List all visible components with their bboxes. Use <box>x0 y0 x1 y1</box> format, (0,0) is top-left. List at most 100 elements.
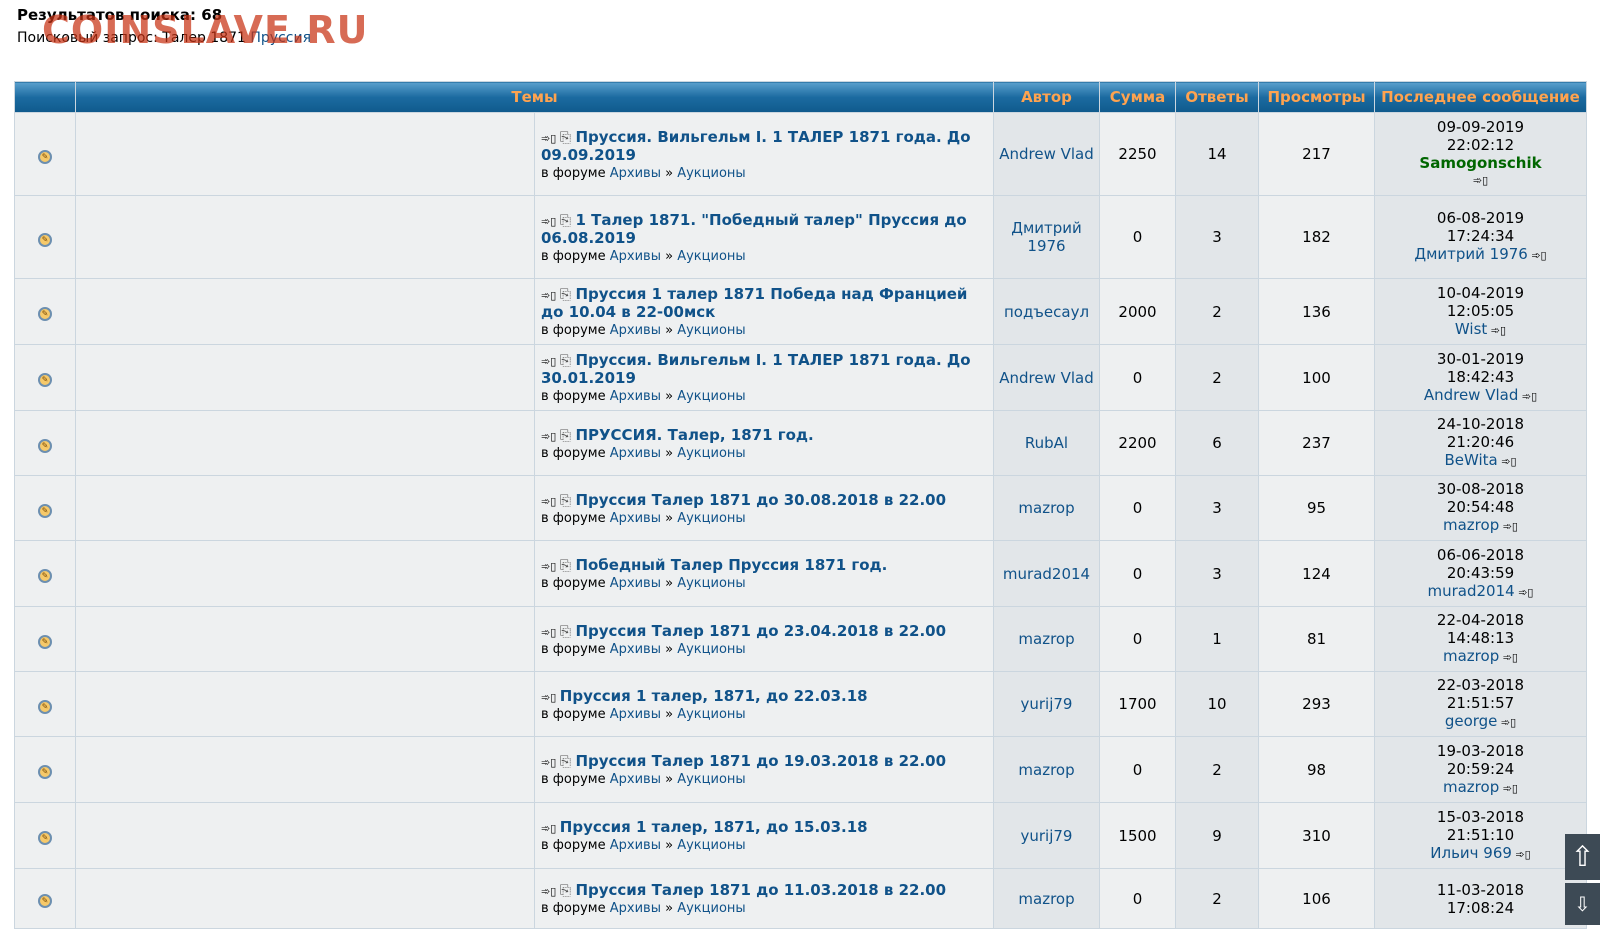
topic-title-link[interactable]: Пруссия Талер 1871 до 23.04.2018 в 22.00 <box>575 622 946 640</box>
goto-last-post-icon[interactable]: ➾▯ <box>1375 172 1586 190</box>
topic-title-line: ➾▯ ⎘ Пруссия Талер 1871 до 30.08.2018 в … <box>541 491 993 509</box>
goto-last-post-icon[interactable]: ➾▯ <box>1528 249 1546 262</box>
forum-link-auctions[interactable]: Аукционы <box>677 772 745 787</box>
query-term-link[interactable]: Пруссия <box>250 30 311 46</box>
topic-title-link[interactable]: Пруссия. Вильгельм I. 1 ТАЛЕР 1871 года.… <box>541 351 971 387</box>
header-sum[interactable]: Сумма <box>1099 81 1176 113</box>
goto-last-post-icon[interactable]: ➾▯ <box>1487 324 1506 337</box>
goto-new-icon[interactable]: ➾▯ <box>541 560 560 573</box>
forum-link-archive[interactable]: Архивы <box>610 446 661 461</box>
forum-link-auctions[interactable]: Аукционы <box>677 446 745 461</box>
forum-link-auctions[interactable]: Аукционы <box>677 576 745 591</box>
header-topics[interactable]: Темы <box>75 81 994 113</box>
forum-link-auctions[interactable]: Аукционы <box>677 249 745 264</box>
last-post-user-link[interactable]: mazrop <box>1443 647 1499 665</box>
attachment-icon: ⎘ <box>559 287 576 303</box>
forum-link-auctions[interactable]: Аукционы <box>677 389 745 404</box>
topic-title-link[interactable]: Пруссия Талер 1871 до 11.03.2018 в 22.00 <box>575 881 946 899</box>
attachment-icon: ⎘ <box>559 353 576 369</box>
topic-title-link[interactable]: Пруссия 1 талер 1871 Победа над Францией… <box>541 285 967 321</box>
topic-forum-path: в форуме Архивы » Аукционы <box>541 772 746 787</box>
topic-author-link[interactable]: подъесаул <box>993 278 1100 345</box>
last-post-user-link[interactable]: Wist <box>1455 320 1487 338</box>
forum-link-archive[interactable]: Архивы <box>610 707 661 722</box>
forum-link-archive[interactable]: Архивы <box>610 389 661 404</box>
forum-link-archive[interactable]: Архивы <box>610 511 661 526</box>
goto-last-post-icon[interactable]: ➾▯ <box>1498 455 1516 468</box>
header-author[interactable]: Автор <box>993 81 1100 113</box>
forum-link-auctions[interactable]: Аукционы <box>677 901 745 916</box>
goto-last-post-icon[interactable]: ➾▯ <box>1515 586 1533 599</box>
topic-forum-path: в форуме Архивы » Аукционы <box>541 838 746 853</box>
topic-title-link[interactable]: Пруссия 1 талер, 1871, до 15.03.18 <box>560 818 868 836</box>
forum-link-auctions[interactable]: Аукционы <box>677 642 745 657</box>
goto-new-icon[interactable]: ➾▯ <box>541 215 560 228</box>
goto-last-post-icon[interactable]: ➾▯ <box>1499 651 1518 664</box>
forum-link-archive[interactable]: Архивы <box>610 323 661 338</box>
forum-link-archive[interactable]: Архивы <box>610 249 661 264</box>
topic-author-link[interactable]: Дмитрий 1976 <box>993 195 1100 279</box>
topic-author-link[interactable]: RubAl <box>993 410 1100 476</box>
topic-title-link[interactable]: Пруссия Талер 1871 до 30.08.2018 в 22.00 <box>575 491 946 509</box>
forum-link-archive[interactable]: Архивы <box>610 772 661 787</box>
forum-link-archive[interactable]: Архивы <box>610 901 661 916</box>
goto-last-post-icon[interactable]: ➾▯ <box>1499 520 1518 533</box>
last-post-user-link[interactable]: Ильич 969 <box>1430 844 1512 862</box>
goto-new-icon[interactable]: ➾▯ <box>541 756 560 769</box>
last-post-user-link[interactable]: Samogonschik <box>1419 154 1541 172</box>
forum-link-auctions[interactable]: Аукционы <box>677 707 745 722</box>
goto-last-post-icon[interactable]: ➾▯ <box>1499 782 1518 795</box>
last-post-user-link[interactable]: Andrew Vlad <box>1424 386 1519 404</box>
last-post-user-link[interactable]: mazrop <box>1443 778 1499 796</box>
forum-link-archive[interactable]: Архивы <box>610 838 661 853</box>
topic-title-link[interactable]: Пруссия 1 талер, 1871, до 22.03.18 <box>560 687 868 705</box>
topic-title-link[interactable]: Пруссия Талер 1871 до 19.03.2018 в 22.00 <box>575 752 946 770</box>
forum-link-archive[interactable]: Архивы <box>610 642 661 657</box>
scroll-down-button[interactable]: ⇩ <box>1565 883 1600 925</box>
forum-link-archive[interactable]: Архивы <box>610 166 661 181</box>
last-post-user-link[interactable]: mazrop <box>1443 516 1499 534</box>
topic-cell: ➾▯ ⎘ 1 Талер 1871. "Победный талер" Прус… <box>534 195 994 279</box>
forum-link-auctions[interactable]: Аукционы <box>677 511 745 526</box>
goto-last-post-icon[interactable]: ➾▯ <box>1512 848 1530 861</box>
goto-new-icon[interactable]: ➾▯ <box>541 132 560 145</box>
forum-link-auctions[interactable]: Аукционы <box>677 323 745 338</box>
goto-new-icon[interactable]: ➾▯ <box>541 626 560 639</box>
header-views[interactable]: Просмотры <box>1258 81 1375 113</box>
goto-last-post-icon[interactable]: ➾▯ <box>1518 390 1537 403</box>
topic-author-link[interactable]: mazrop <box>993 736 1100 803</box>
goto-new-icon[interactable]: ➾▯ <box>541 885 560 898</box>
topic-author-link[interactable]: Andrew Vlad <box>993 344 1100 411</box>
goto-new-icon[interactable]: ➾▯ <box>541 289 560 302</box>
forum-link-auctions[interactable]: Аукционы <box>677 166 745 181</box>
topic-author-link[interactable]: mazrop <box>993 606 1100 672</box>
topic-views: 81 <box>1258 606 1375 672</box>
last-post-user-link[interactable]: Дмитрий 1976 <box>1414 245 1527 263</box>
topic-title-link[interactable]: Пруссия. Вильгельм I. 1 ТАЛЕР 1871 года.… <box>541 128 971 164</box>
topic-author-link[interactable]: Andrew Vlad <box>993 112 1100 196</box>
forum-link-archive[interactable]: Архивы <box>610 576 661 591</box>
topic-author-link[interactable]: yurij79 <box>993 802 1100 869</box>
topic-author-link[interactable]: yurij79 <box>993 671 1100 737</box>
last-post-user-link[interactable]: BeWita <box>1444 451 1497 469</box>
goto-new-icon[interactable]: ➾▯ <box>541 430 560 443</box>
topic-title-link[interactable]: Победный Талер Пруссия 1871 год. <box>575 556 887 574</box>
header-last-post[interactable]: Последнее сообщение <box>1374 81 1587 113</box>
goto-last-post-icon[interactable]: ➾▯ <box>1497 716 1516 729</box>
topic-title-line: ➾▯ Пруссия 1 талер, 1871, до 22.03.18 <box>541 687 993 705</box>
topic-author-link[interactable]: murad2014 <box>993 540 1100 607</box>
topic-author-link[interactable]: mazrop <box>993 868 1100 929</box>
topic-title-link[interactable]: ПРУССИЯ. Талер, 1871 год. <box>575 426 813 444</box>
last-post-user-link[interactable]: murad2014 <box>1428 582 1515 600</box>
topic-status-icon: ✎ <box>38 373 52 387</box>
goto-new-icon[interactable]: ➾▯ <box>541 822 560 835</box>
goto-new-icon[interactable]: ➾▯ <box>541 495 560 508</box>
goto-new-icon[interactable]: ➾▯ <box>541 691 560 704</box>
goto-new-icon[interactable]: ➾▯ <box>541 355 560 368</box>
forum-link-auctions[interactable]: Аукционы <box>677 838 745 853</box>
topic-author-link[interactable]: mazrop <box>993 475 1100 541</box>
header-replies[interactable]: Ответы <box>1175 81 1259 113</box>
topic-title-link[interactable]: 1 Талер 1871. "Победный талер" Пруссия д… <box>541 211 967 247</box>
last-post-user-link[interactable]: george <box>1445 712 1498 730</box>
scroll-up-button[interactable]: ⇧ <box>1565 834 1600 880</box>
